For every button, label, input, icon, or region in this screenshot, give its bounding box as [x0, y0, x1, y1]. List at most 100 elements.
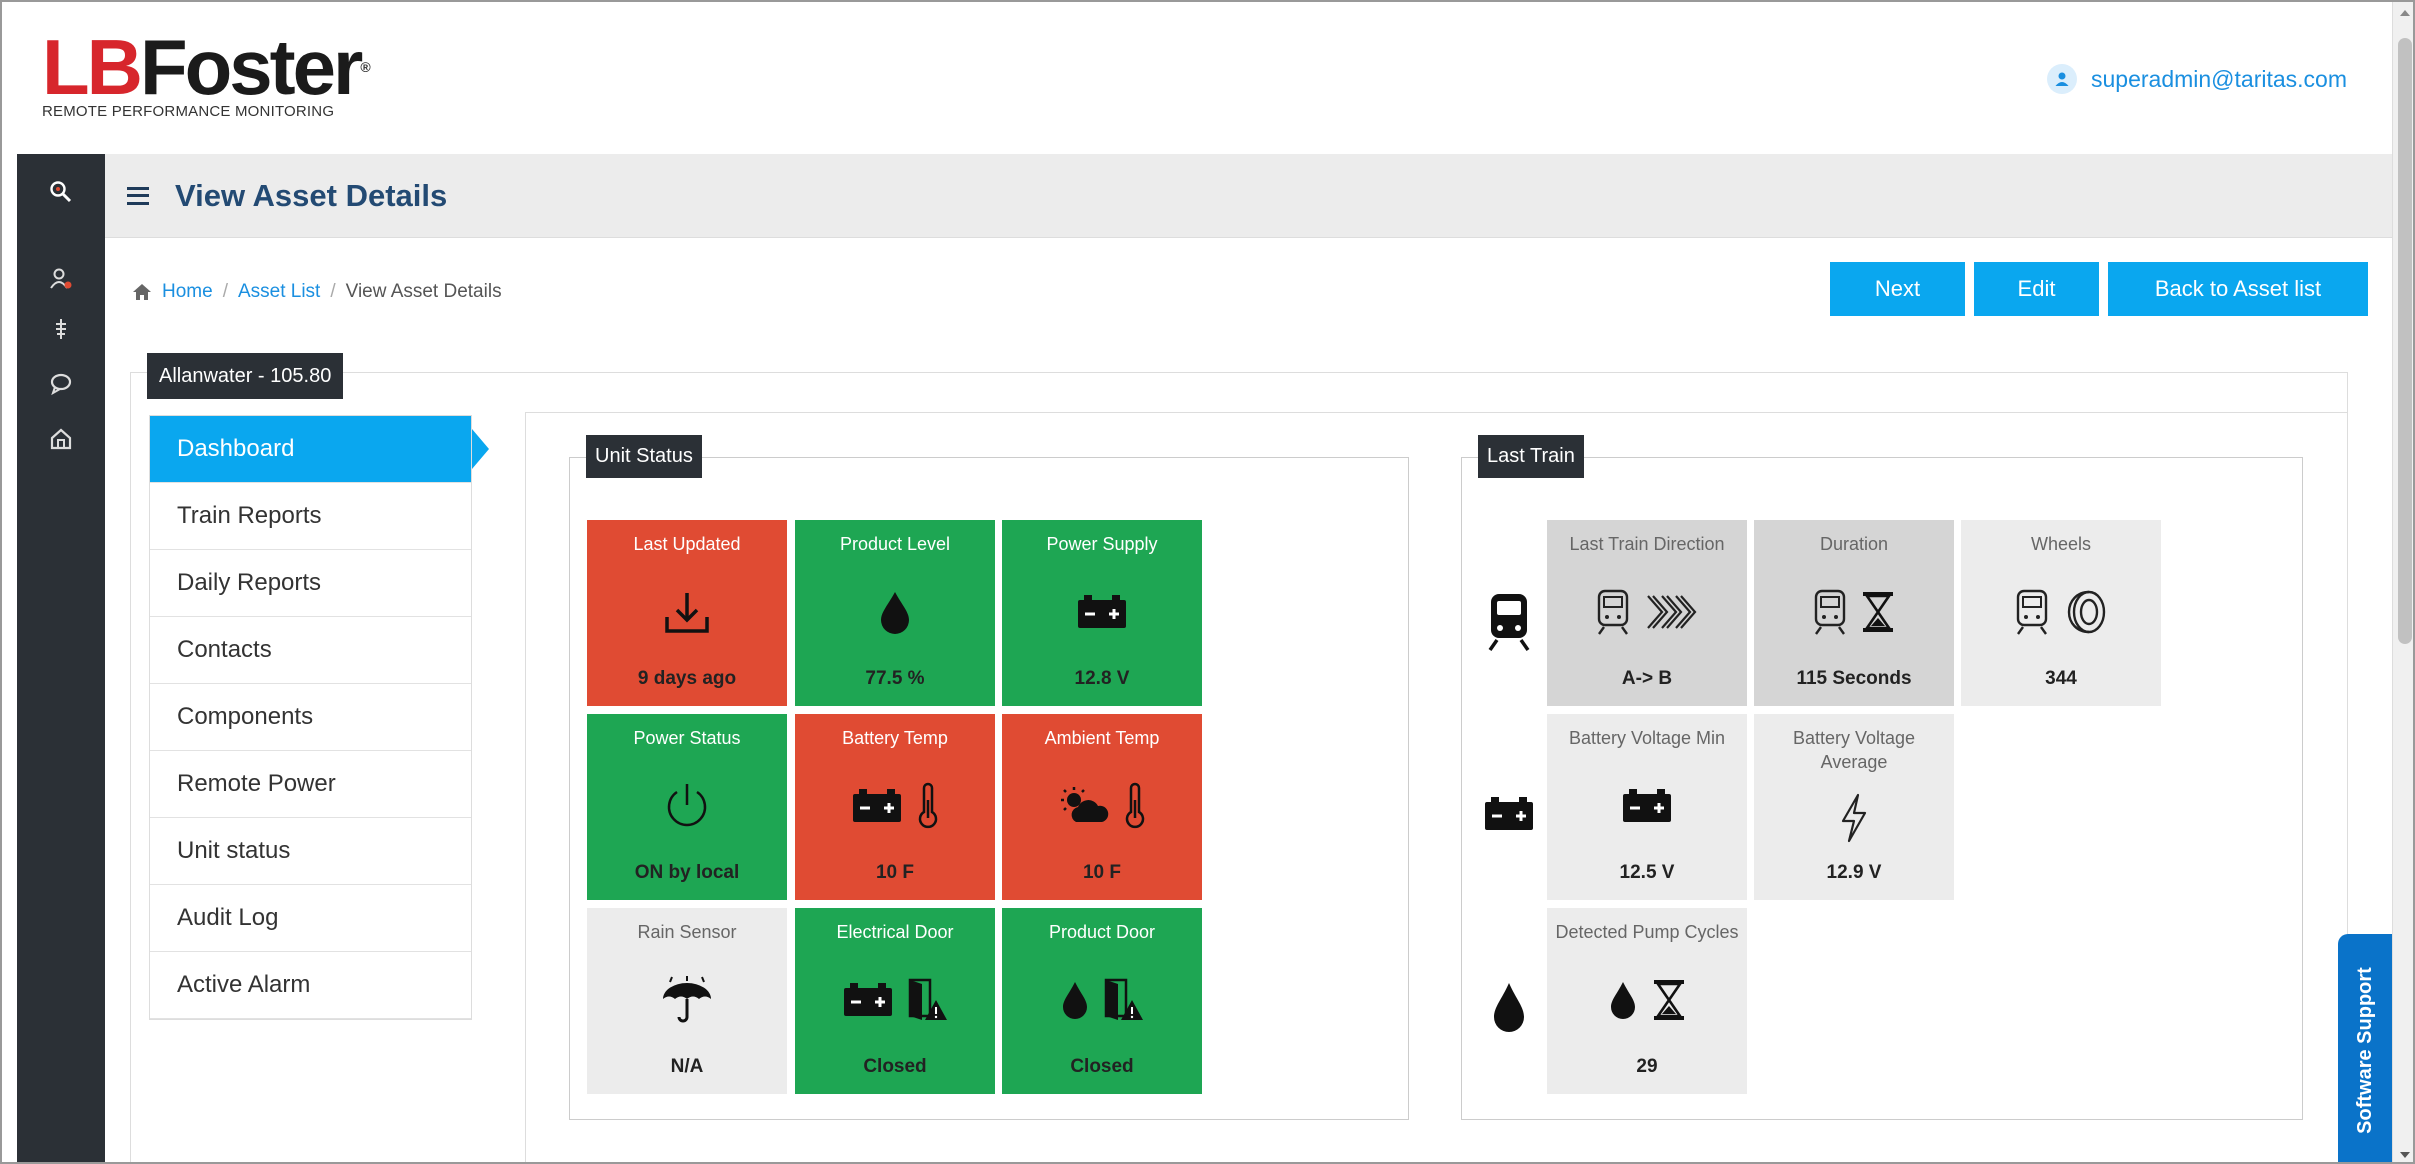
- tile-title: Electrical Door: [836, 922, 954, 942]
- breadcrumb: Home / Asset List / View Asset Details: [132, 281, 502, 303]
- company-logo[interactable]: LBFoster® REMOTE PERFORMANCE MONITORING: [42, 23, 371, 120]
- tile-value: Closed: [1070, 1056, 1134, 1077]
- edit-button[interactable]: Edit: [1974, 262, 2099, 316]
- nav-item-components[interactable]: Components: [150, 684, 471, 751]
- tile-wheels[interactable]: Wheels 344: [1961, 520, 2161, 706]
- tile-battery-voltage-average[interactable]: Battery Voltage Average 12.9 V: [1754, 714, 1954, 900]
- tile-detected-pump-cycles[interactable]: Detected Pump Cycles 29: [1547, 908, 1747, 1094]
- battery-icon: [844, 983, 892, 1016]
- tile-product-level[interactable]: Product Level 77.5 %: [795, 520, 995, 706]
- action-buttons: Next Edit Back to Asset list: [1830, 262, 2368, 316]
- tile-value: ON by local: [634, 862, 740, 883]
- logo-wordmark: LBFoster®: [42, 23, 371, 111]
- back-to-asset-list-button[interactable]: Back to Asset list: [2108, 262, 2368, 316]
- signal-tower-icon[interactable]: [17, 304, 105, 354]
- tile-value: 10 F: [1082, 862, 1122, 883]
- droplet-icon: [1063, 982, 1087, 1019]
- nav-item-active-alarm[interactable]: Active Alarm: [150, 952, 471, 1019]
- hamburger-menu-icon[interactable]: [127, 186, 149, 205]
- breadcrumb-separator: /: [222, 281, 228, 302]
- battery-icon: [1479, 789, 1539, 839]
- nav-item-unit-status[interactable]: Unit status: [150, 818, 471, 885]
- top-header: LBFoster® REMOTE PERFORMANCE MONITORING …: [2, 2, 2392, 154]
- thermometer-icon: [1125, 782, 1145, 829]
- droplet-icon: [1611, 982, 1635, 1019]
- tile-value: 12.8 V: [1074, 668, 1130, 689]
- nav-item-train-reports[interactable]: Train Reports: [150, 483, 471, 550]
- tile-battery-voltage-min[interactable]: Battery Voltage Min 12.5 V: [1547, 714, 1747, 900]
- door-warning-icon: [1104, 978, 1143, 1020]
- tile-value: 9 days ago: [637, 668, 737, 689]
- last-train-heading: Last Train: [1478, 435, 1584, 478]
- active-nav-pointer: [472, 429, 489, 469]
- tile-title: Detected Pump Cycles: [1555, 922, 1739, 942]
- nav-item-contacts[interactable]: Contacts: [150, 617, 471, 684]
- tile-title: Wheels: [2030, 534, 2092, 554]
- tile-value: 29: [1636, 1056, 1658, 1077]
- tile-battery-temp[interactable]: Battery Temp 10 F: [795, 714, 995, 900]
- home-icon[interactable]: [17, 414, 105, 464]
- tile-duration[interactable]: Duration 115 Seconds: [1754, 520, 1954, 706]
- breadcrumb-asset-list[interactable]: Asset List: [238, 281, 320, 303]
- tile-value: 12.5 V: [1619, 862, 1675, 883]
- battery-icon: [853, 789, 901, 822]
- wheel-icon: [2067, 590, 2106, 634]
- tile-ambient-temp[interactable]: Ambient Temp 10 F: [1002, 714, 1202, 900]
- battery-icon: [1078, 595, 1126, 628]
- tile-last-updated[interactable]: Last Updated 9 days ago: [587, 520, 787, 706]
- next-button[interactable]: Next: [1830, 262, 1965, 316]
- page-title: View Asset Details: [175, 177, 448, 213]
- asset-side-nav: Dashboard Train Reports Daily Reports Co…: [149, 415, 472, 1020]
- download-icon: [665, 593, 709, 633]
- scroll-thumb[interactable]: [2398, 38, 2412, 644]
- tile-value: A-> B: [1621, 668, 1673, 689]
- tile-title: Product Level: [839, 534, 951, 554]
- umbrella-icon: [663, 976, 711, 1023]
- tile-title: Duration: [1819, 534, 1889, 554]
- train-outline-icon: [1597, 589, 1629, 635]
- software-support-tab[interactable]: Software Support: [2338, 934, 2392, 1162]
- vertical-scrollbar[interactable]: [2392, 2, 2413, 1162]
- software-support-label: Software Support: [2353, 966, 2376, 1134]
- tile-value: 344: [2045, 668, 2077, 689]
- tile-title: Product Door: [1048, 922, 1156, 942]
- tile-value: 10 F: [875, 862, 915, 883]
- tile-title: Power Status: [633, 728, 741, 748]
- hourglass-icon: [1863, 592, 1893, 632]
- home-breadcrumb-icon[interactable]: [132, 283, 152, 301]
- tile-last-train-direction[interactable]: Last Train Direction A-> B: [1547, 520, 1747, 706]
- breadcrumb-separator: /: [330, 281, 336, 302]
- user-menu[interactable]: superadmin@taritas.com: [2047, 64, 2347, 94]
- hourglass-icon: [1654, 980, 1684, 1020]
- tile-power-status[interactable]: Power Status ON by local: [587, 714, 787, 900]
- sun-cloud-icon: [1061, 787, 1109, 822]
- droplet-icon: [1479, 977, 1539, 1037]
- nav-item-audit-log[interactable]: Audit Log: [150, 885, 471, 952]
- nav-item-remote-power[interactable]: Remote Power: [150, 751, 471, 818]
- breadcrumb-current: View Asset Details: [345, 281, 502, 302]
- breadcrumb-home[interactable]: Home: [162, 281, 213, 303]
- logo-subtitle: REMOTE PERFORMANCE MONITORING: [42, 103, 335, 120]
- chat-bubble-icon[interactable]: [17, 359, 105, 409]
- tile-electrical-door[interactable]: Electrical Door Closed: [795, 908, 995, 1094]
- user-email[interactable]: superadmin@taritas.com: [2091, 66, 2347, 93]
- direction-chevrons-icon: [1647, 595, 1697, 629]
- tile-value: Closed: [863, 1056, 927, 1077]
- scroll-up-arrow[interactable]: [2400, 10, 2410, 16]
- door-warning-icon: [908, 978, 947, 1020]
- nav-item-daily-reports[interactable]: Daily Reports: [150, 550, 471, 617]
- tile-product-door[interactable]: Product Door Closed: [1002, 908, 1202, 1094]
- nav-item-dashboard[interactable]: Dashboard: [150, 416, 471, 483]
- power-icon: [667, 784, 707, 827]
- tile-title: Rain Sensor: [637, 922, 737, 942]
- tile-title: Ambient Temp: [1044, 728, 1160, 748]
- user-alert-icon[interactable]: [17, 254, 105, 304]
- train-outline-icon: [1814, 589, 1846, 635]
- tile-value: 115 Seconds: [1796, 668, 1912, 689]
- tile-power-supply[interactable]: Power Supply 12.8 V: [1002, 520, 1202, 706]
- tile-title: Battery Temp: [842, 728, 948, 748]
- scroll-down-arrow[interactable]: [2400, 1152, 2410, 1158]
- search-icon[interactable]: [17, 167, 105, 217]
- tile-rain-sensor[interactable]: Rain Sensor N/A: [587, 908, 787, 1094]
- user-icon: [2047, 64, 2077, 94]
